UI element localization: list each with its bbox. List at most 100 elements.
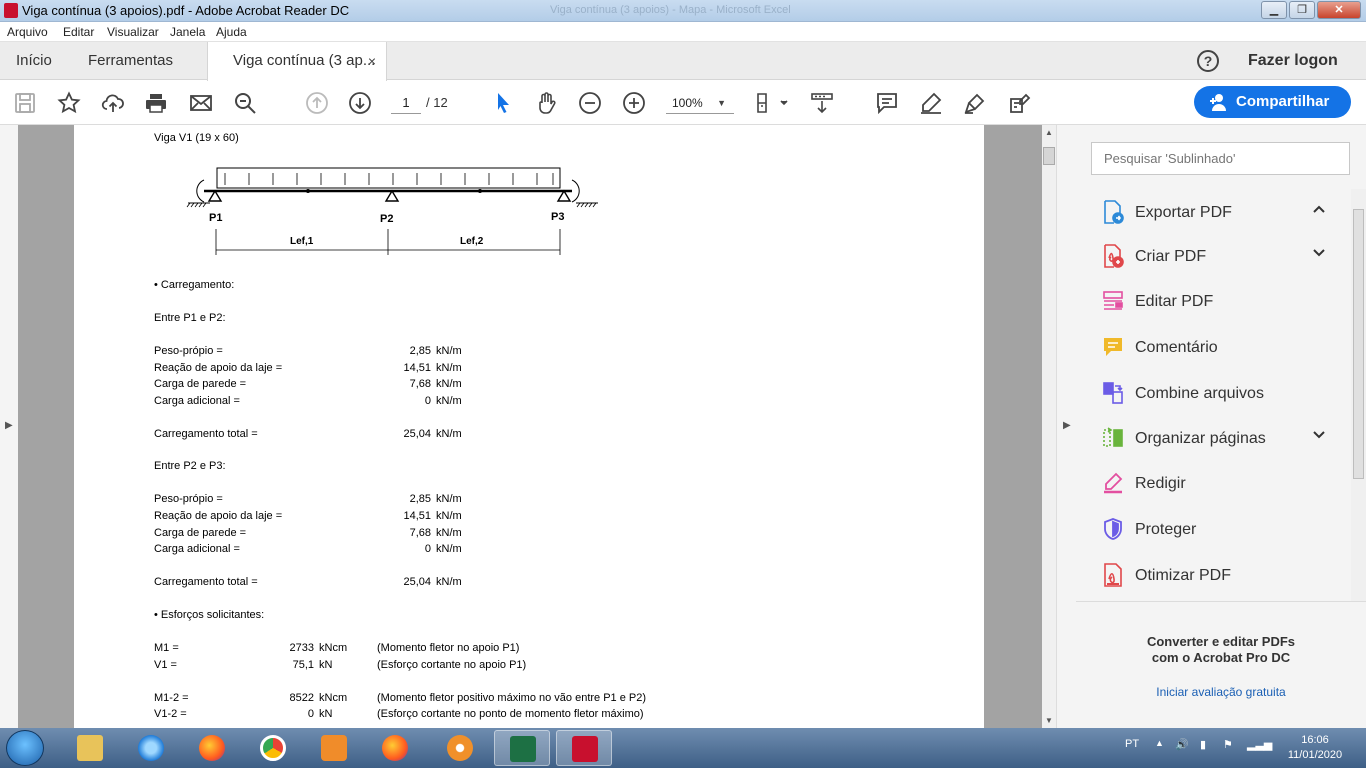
highlight-pen-icon[interactable] [919,91,943,115]
span2-title: Entre P2 e P3: [154,460,226,472]
menu-arquivo[interactable]: Arquivo [7,25,48,39]
effort-label: M1 = [154,642,179,654]
taskbar-internet-explorer[interactable] [123,730,179,766]
menu-janela[interactable]: Janela [170,25,205,39]
chevron-up-icon[interactable] [1312,202,1326,216]
load-unit: kN/m [436,543,462,555]
fit-page-icon[interactable] [755,91,789,115]
chevron-down-icon: ▼ [717,98,726,108]
language-indicator[interactable]: PT [1125,738,1139,750]
login-link[interactable]: Fazer logon [1248,52,1338,70]
tools-pane-scrollbar[interactable] [1351,189,1366,601]
tool-comment[interactable]: Comentário [1076,327,1356,367]
page-up-icon[interactable] [305,91,329,115]
menu-bar: Arquivo Editar Visualizar Janela Ajuda [0,22,1366,42]
span1-title: Entre P1 e P2: [154,312,226,324]
tool-optimize-pdf[interactable]: Otimizar PDF [1076,555,1356,595]
scroll-down-icon[interactable]: ▼ [1045,716,1053,725]
zoom-in-icon[interactable] [622,91,646,115]
taskbar-acrobat[interactable] [556,730,612,766]
tab-home[interactable]: Início [16,42,76,80]
tool-label: Exportar PDF [1135,204,1232,221]
tab-document-label: Viga contínua (3 ap... [233,52,376,69]
scroll-mode-icon[interactable] [810,91,834,115]
chevron-down-icon[interactable] [1312,428,1326,442]
email-icon[interactable] [189,91,213,115]
tool-combine-files[interactable]: Combine arquivos [1076,373,1356,413]
taskbar-file-explorer[interactable] [62,730,118,766]
effort-label: V1 = [154,659,177,671]
promo-text: Converter e editar PDFs com o Acrobat Pr… [1076,634,1366,666]
tool-export-pdf[interactable]: Exportar PDF [1076,192,1356,232]
show-hidden-icons-icon[interactable]: ▲ [1155,738,1164,748]
hand-icon[interactable] [534,91,558,115]
save-icon[interactable] [13,91,37,115]
bookmark-star-icon[interactable] [57,91,81,115]
page-down-icon[interactable] [348,91,372,115]
taskbar-chrome[interactable] [245,730,301,766]
select-cursor-icon[interactable] [491,91,515,115]
scrollbar-thumb[interactable] [1043,147,1055,165]
taskbar-firefox-dev[interactable] [367,730,423,766]
document-scrollbar[interactable]: ▲ ▼ [1042,125,1056,728]
tab-document[interactable]: Viga contínua (3 ap... × [207,42,387,81]
upload-icon[interactable] [101,91,125,115]
maximize-button[interactable]: ❐ [1289,1,1315,19]
media-player-icon [321,735,347,761]
document-viewport[interactable]: Viga V1 (19 x 60) P1 P2 P3 Lef,1 Lef,2 •… [18,125,1042,728]
load-unit: kN/m [436,510,462,522]
effort-value: 2733 [289,642,314,654]
tool-organize-pages[interactable]: Organizar páginas [1076,418,1356,458]
comment-icon[interactable] [875,91,899,115]
print-icon[interactable] [144,91,168,115]
zoom-level-select[interactable]: 100% ▼ [666,94,734,114]
volume-icon[interactable]: 🔊 [1175,738,1189,751]
taskbar-settings-app[interactable] [432,730,488,766]
share-button[interactable]: Compartilhar [1194,86,1351,118]
start-button[interactable] [6,730,44,766]
sign-icon[interactable] [963,91,987,115]
promo-line-1: Converter e editar PDFs [1146,634,1296,649]
upgrade-promo: Converter e editar PDFs com o Acrobat Pr… [1076,601,1366,728]
title-bar: Viga contínua (3 apoios).pdf - Adobe Acr… [0,0,1366,22]
zoom-out-icon[interactable] [578,91,602,115]
effort-description: (Momento fletor positivo máximo no vão e… [377,692,647,704]
support-label-p1: P1 [209,212,222,224]
left-panel-toggle[interactable]: ▶ [0,125,18,728]
help-icon[interactable]: ? [1197,50,1219,72]
scrollbar-thumb[interactable] [1353,209,1364,479]
close-window-button[interactable]: ✕ [1317,1,1361,19]
fill-sign-icon[interactable] [1007,91,1031,115]
tools-search-input[interactable] [1091,142,1350,175]
tool-edit-pdf[interactable]: Editar PDF [1076,281,1356,321]
load-value: 0 [424,543,431,555]
menu-ajuda[interactable]: Ajuda [216,25,247,39]
tool-protect[interactable]: Proteger [1076,509,1356,549]
search-zoom-icon[interactable] [233,91,257,115]
taskbar-media-player[interactable] [306,730,362,766]
scroll-up-icon[interactable]: ▲ [1045,128,1053,137]
action-center-flag-icon[interactable]: ⚑ [1223,738,1233,751]
taskbar-excel[interactable] [494,730,550,766]
network-signal-icon[interactable]: ▂▃▅ [1247,738,1272,751]
tool-redact[interactable]: Redigir [1076,463,1356,503]
taskbar-firefox[interactable] [184,730,240,766]
tab-tools[interactable]: Ferramentas [88,42,198,80]
collapse-right-icon: ▶ [1063,420,1071,431]
power-icon[interactable]: ▮ [1200,738,1206,751]
tab-close-icon[interactable]: × [368,42,376,80]
page-number-input[interactable]: 1 [391,94,421,114]
free-trial-link[interactable]: Iniciar avaliação gratuita [1076,685,1366,699]
system-clock[interactable]: 16:06 11/01/2020 [1285,733,1345,763]
menu-visualizar[interactable]: Visualizar [107,25,159,39]
tool-create-pdf[interactable]: Criar PDF [1076,236,1356,276]
zoom-level-value: 100% [672,96,703,110]
effort-unit: kN [319,708,333,720]
effort-unit: kNcm [319,692,348,704]
chevron-down-icon[interactable] [1312,246,1326,260]
load-value: 7,68 [409,378,431,390]
beam-heading: Viga V1 (19 x 60) [154,132,239,144]
menu-editar[interactable]: Editar [63,25,94,39]
minimize-button[interactable]: ▁ [1261,1,1287,19]
right-panel-toggle[interactable]: ▶ [1056,125,1076,728]
